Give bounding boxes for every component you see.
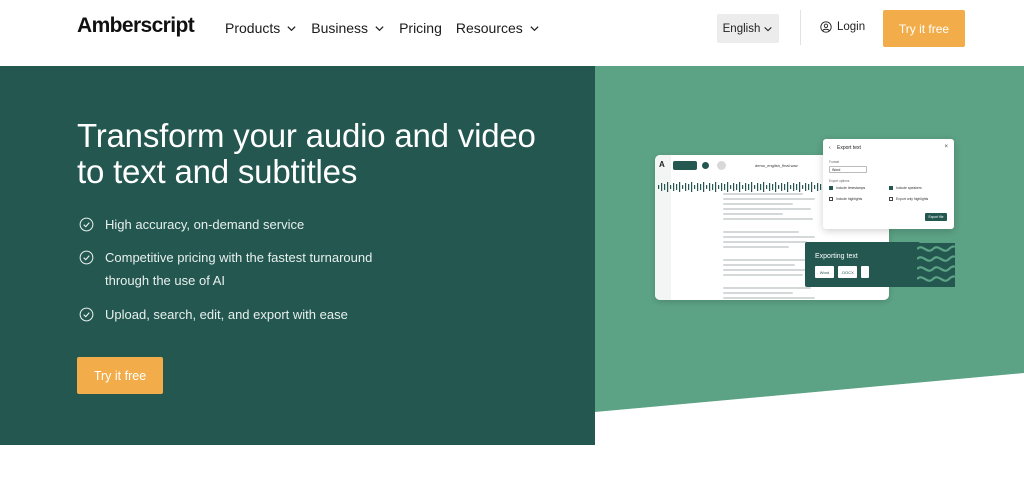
mockup-transcript-lines [723, 193, 815, 300]
format-chip: Word [815, 266, 834, 278]
feature-item: Competitive pricing with the fastest tur… [79, 246, 399, 292]
mockup-sidebar [655, 155, 671, 300]
nav-resources[interactable]: Resources [456, 20, 540, 36]
language-label: English [722, 22, 761, 35]
option-checkbox: Export only highlights [889, 197, 928, 201]
export-panel-title: Export text [837, 145, 861, 151]
feature-text: Upload, search, edit, and export with ea… [105, 307, 348, 322]
format-select: Word [829, 166, 867, 173]
export-options-label: Export options [829, 179, 850, 183]
format-chip [861, 266, 869, 278]
try-it-free-hero-button[interactable]: Try it free [77, 357, 163, 394]
nav-pricing-label: Pricing [399, 20, 442, 36]
chevron-down-icon [530, 25, 539, 31]
nav-business-label: Business [311, 20, 369, 36]
language-selector[interactable]: English [717, 14, 779, 43]
option-label: Include highlights [836, 197, 863, 201]
nav-resources-label: Resources [455, 20, 523, 36]
play-icon [702, 162, 709, 169]
checkbox-icon [829, 197, 833, 201]
feature-text: Competitive pricing with the fastest tur… [105, 250, 373, 288]
close-icon: × [944, 144, 948, 150]
checkbox-icon [829, 186, 833, 190]
chevron-down-icon [287, 25, 296, 31]
feature-item: High accuracy, on-demand service [79, 213, 399, 236]
feature-item: Upload, search, edit, and export with ea… [79, 303, 399, 326]
feature-text: High accuracy, on-demand service [105, 217, 305, 232]
back-icon: ‹ [829, 145, 831, 151]
chevron-down-icon [764, 26, 773, 31]
decorative-pattern [917, 243, 955, 287]
option-checkbox: Include highlights [829, 197, 862, 201]
option-label: Include timestamps [836, 186, 866, 190]
mockup-file-name: demo_english_final.wav [755, 163, 798, 168]
mockup-logo-icon: A [659, 160, 665, 169]
nav-products[interactable]: Products [225, 20, 297, 36]
avatar [717, 161, 726, 170]
amberscript-logo[interactable]: Amberscript [77, 14, 195, 38]
exporting-title: Exporting text [815, 253, 858, 260]
export-text-panel: ‹ Export text × Format Word Export optio… [823, 139, 954, 229]
nav-products-label: Products [225, 20, 281, 36]
option-label: Include speakers [896, 186, 922, 190]
exporting-text-card: Exporting text Word .DOCX [805, 242, 920, 287]
checkbox-icon [889, 186, 893, 190]
format-label: Format [829, 160, 840, 164]
option-checkbox: Include speakers [889, 186, 922, 190]
header-divider [800, 10, 801, 45]
user-icon [820, 21, 832, 33]
option-label: Export only highlights [896, 197, 929, 201]
try-it-free-header-button[interactable]: Try it free [883, 10, 965, 47]
login-label: Login [837, 21, 866, 33]
export-file-button: Export file [925, 213, 947, 221]
check-circle-icon [79, 250, 94, 265]
chevron-down-icon [375, 25, 384, 31]
option-checkbox: Include timestamps [829, 186, 865, 190]
main-nav: Products Business Pricing Resources [225, 20, 554, 36]
mockup-export-button [673, 161, 697, 170]
check-circle-icon [79, 217, 94, 232]
nav-pricing[interactable]: Pricing [399, 20, 442, 36]
hero-headline: Transform your audio and video to text a… [77, 117, 536, 190]
checkbox-icon [889, 197, 893, 201]
site-header: Amberscript Products Business Pricing Re… [0, 0, 1024, 66]
format-chip: .DOCX [838, 266, 857, 278]
login-link[interactable]: Login [820, 21, 865, 33]
nav-business[interactable]: Business [311, 20, 385, 36]
check-circle-icon [79, 307, 94, 322]
